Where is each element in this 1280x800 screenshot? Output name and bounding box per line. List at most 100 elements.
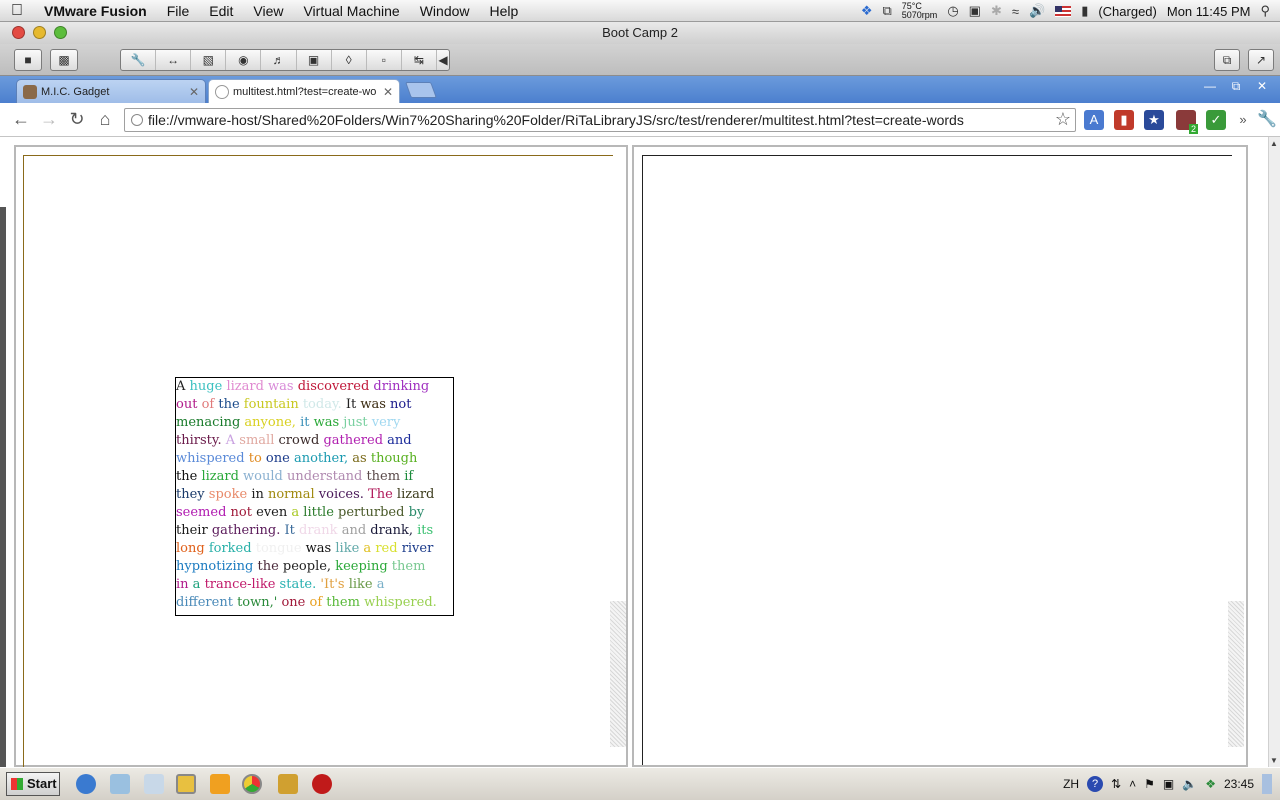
bluetooth-icon[interactable]: ✱ xyxy=(991,3,1002,19)
back-arrow-icon[interactable]: ← xyxy=(10,109,32,130)
volume-tray-icon[interactable]: 🔈 xyxy=(1182,777,1197,791)
tab-label: M.I.C. Gadget xyxy=(41,86,110,98)
help-icon[interactable]: ? xyxy=(1087,776,1104,792)
start-button[interactable]: Start xyxy=(6,772,60,796)
shared-folders-icon[interactable]: ↹ xyxy=(402,50,437,70)
word: anyone, xyxy=(244,415,296,430)
bookmark-extension-icon[interactable]: ▮ xyxy=(1114,110,1134,130)
stop-vm-button[interactable]: ■ xyxy=(14,49,42,71)
dropbox-icon[interactable]: ❖ xyxy=(861,3,873,19)
action-center-flag-icon[interactable]: ⚑ xyxy=(1144,777,1155,791)
settings-wrench-icon[interactable]: 🔧 xyxy=(121,50,157,70)
close-icon[interactable]: ✕ xyxy=(1250,78,1274,94)
restore-icon[interactable]: ⧉ xyxy=(1224,78,1248,94)
app-menu[interactable]: VMware Fusion xyxy=(34,3,157,19)
forward-arrow-icon[interactable]: → xyxy=(38,109,60,130)
snapshot-button[interactable]: ▩ xyxy=(50,49,78,71)
cd-drive-icon[interactable]: ◉ xyxy=(226,50,262,70)
word: another, xyxy=(293,451,349,466)
rendered-words-box: A huge lizard was discovered drinking out… xyxy=(175,377,454,616)
bookmark-star-icon[interactable]: ☆ xyxy=(1055,109,1071,130)
scroll-down-icon[interactable]: ▼ xyxy=(1270,756,1278,765)
chrome-icon[interactable] xyxy=(242,774,262,794)
address-bar[interactable]: file://vmware-host/Shared%20Folders/Win7… xyxy=(124,108,1076,132)
star-extension-icon[interactable]: ★ xyxy=(1144,110,1164,130)
toolbar-scroll-left-icon[interactable]: ◀ xyxy=(437,50,449,70)
url-text[interactable]: file://vmware-host/Shared%20Folders/Win7… xyxy=(148,112,964,128)
copy-icon[interactable]: ⧉ xyxy=(882,3,891,19)
show-hidden-icons-icon[interactable]: ˄ xyxy=(1129,777,1136,791)
zoom-window-icon[interactable] xyxy=(54,26,67,39)
tab-close-icon[interactable]: ✕ xyxy=(383,80,393,103)
word: just xyxy=(343,415,368,430)
alert-app-icon[interactable] xyxy=(312,774,332,794)
tab-multitest[interactable]: multitest.html?test=create-wo ✕ xyxy=(208,79,400,103)
battery-icon[interactable]: ▮ xyxy=(1081,3,1088,19)
language-indicator[interactable]: ZH xyxy=(1063,777,1079,791)
battery-status[interactable]: (Charged) xyxy=(1098,4,1157,19)
media-player-icon[interactable] xyxy=(210,774,230,794)
left-resize-handle[interactable] xyxy=(610,601,626,747)
file-icon[interactable] xyxy=(110,774,130,794)
new-tab-button[interactable] xyxy=(405,82,437,98)
wrench-menu-icon[interactable]: 🔧 xyxy=(1256,109,1278,129)
system-tray: ZH ? ⇅ ˄ ⚑ ▣ 🔈 ❖ 23:45 xyxy=(1063,772,1280,796)
tab-mic-gadget[interactable]: M.I.C. Gadget ✕ xyxy=(16,79,206,103)
network-icon[interactable]: ↔ xyxy=(156,50,192,70)
calculator-icon[interactable] xyxy=(144,774,164,794)
home-icon[interactable]: ⌂ xyxy=(94,109,116,130)
internet-explorer-icon[interactable] xyxy=(76,774,96,794)
fullscreen-button[interactable]: ↗ xyxy=(1248,49,1274,71)
camera-icon[interactable]: ▣ xyxy=(297,50,332,70)
word: huge xyxy=(189,379,223,394)
menu-virtual-machine[interactable]: Virtual Machine xyxy=(293,3,409,19)
tab-close-icon[interactable]: ✕ xyxy=(189,80,199,103)
explorer-folder-icon[interactable] xyxy=(176,774,196,794)
apple-menu-icon[interactable]:  xyxy=(0,2,34,20)
evernote-extension-icon[interactable]: ✓ xyxy=(1206,110,1226,130)
show-desktop-button[interactable] xyxy=(1262,774,1272,794)
word: was xyxy=(305,541,332,556)
close-window-icon[interactable] xyxy=(12,26,25,39)
right-resize-handle[interactable] xyxy=(1228,601,1244,747)
scroll-up-icon[interactable]: ▲ xyxy=(1270,139,1278,148)
time-machine-icon[interactable]: ◷ xyxy=(947,3,958,19)
tab-label: multitest.html?test=create-wo xyxy=(233,86,377,98)
menu-view[interactable]: View xyxy=(243,3,293,19)
wifi-icon[interactable]: ≈ xyxy=(1012,4,1019,19)
menubar-clock[interactable]: Mon 11:45 PM xyxy=(1167,4,1251,19)
windows-flag-icon xyxy=(11,778,23,790)
mouse-icon[interactable]: ◊ xyxy=(332,50,367,70)
hard-disk-icon[interactable]: ▧ xyxy=(191,50,227,70)
word: it xyxy=(300,415,310,430)
volume-icon[interactable]: 🔊 xyxy=(1029,3,1045,19)
translate-extension-icon[interactable]: A xyxy=(1084,110,1104,130)
taskbar-clock[interactable]: 23:45 xyxy=(1224,777,1254,791)
page-scrollbar[interactable]: ▲ ▼ xyxy=(1268,137,1280,767)
word: trance-like xyxy=(204,577,276,592)
more-extensions-icon[interactable]: » xyxy=(1232,112,1254,127)
menu-file[interactable]: File xyxy=(157,3,200,19)
temperature-readout[interactable]: 75°C 5070rpm xyxy=(902,2,938,20)
us-flag-icon[interactable] xyxy=(1055,5,1072,17)
minimize-window-icon[interactable] xyxy=(33,26,46,39)
unity-view-button[interactable]: ⧉ xyxy=(1214,49,1240,71)
sound-icon[interactable]: ♬ xyxy=(261,50,297,70)
menu-edit[interactable]: Edit xyxy=(199,3,243,19)
mail-extension-icon[interactable]: 2 xyxy=(1176,110,1198,134)
reload-icon[interactable]: ↻ xyxy=(66,109,88,130)
word: understand xyxy=(286,469,363,484)
text-line: hypnotizing the people, keeping them xyxy=(176,558,453,576)
usb-icon[interactable]: ▫ xyxy=(367,50,402,70)
word: red xyxy=(375,541,398,556)
app-icon[interactable] xyxy=(278,774,298,794)
menu-help[interactable]: Help xyxy=(480,3,529,19)
input-method-icon[interactable]: ⇅ xyxy=(1111,777,1121,791)
vmware-tools-icon[interactable]: ❖ xyxy=(1205,777,1216,791)
display-icon[interactable]: ▣ xyxy=(969,3,981,19)
menu-window[interactable]: Window xyxy=(410,3,480,19)
spotlight-search-icon[interactable]: ⚲ xyxy=(1260,3,1270,19)
minimize-icon[interactable]: — xyxy=(1198,78,1222,94)
page-info-icon[interactable] xyxy=(131,114,143,126)
network-tray-icon[interactable]: ▣ xyxy=(1163,777,1174,791)
